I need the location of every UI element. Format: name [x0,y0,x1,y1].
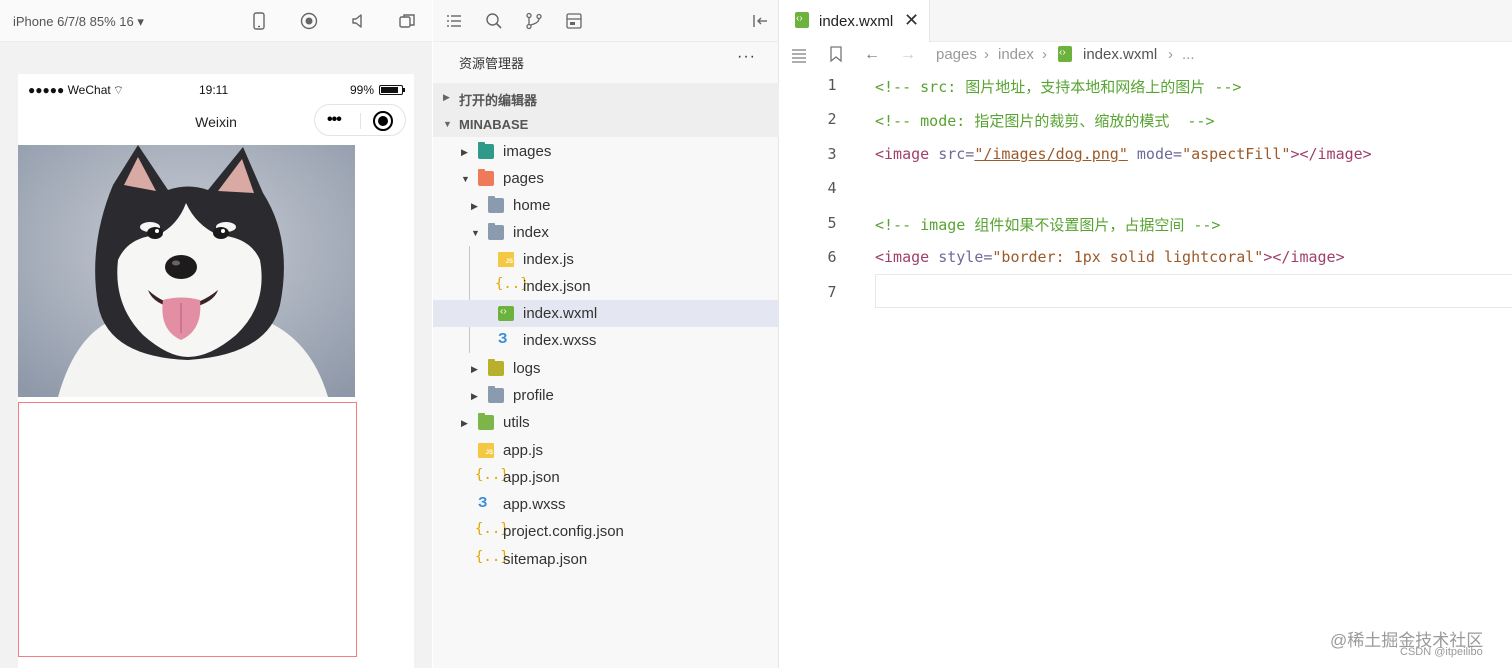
js-file-icon: JS [478,443,494,458]
close-target-icon[interactable] [373,111,393,131]
status-time: 19:11 [199,83,229,97]
dog-image [18,145,355,397]
wxml-file-icon [1058,46,1072,62]
code-editor: index.wxml ✕ ← → pages › index › index.w… [780,0,1512,668]
tree-item-home[interactable]: ▶ home [433,192,779,219]
outline-icon[interactable] [790,46,808,64]
editor-tabbar: index.wxml ✕ [780,0,1512,42]
tree-item-sitemap[interactable]: {..} sitemap.json [433,546,779,573]
tree-item-pages[interactable]: ▼ pages [433,165,779,192]
folder-open-icon [488,223,504,240]
simulator-toolbar: iPhone 6/7/8 85% 16 ▾ [0,0,432,42]
collapse-panel-icon[interactable] [751,12,769,30]
chevron-right-icon: › [1168,46,1173,63]
source-control-icon[interactable] [525,12,543,30]
phone-viewport: ●●●●● WeChat ⌔ 19:11 99% Weixin ••• [0,42,432,668]
carrier-label: ●●●●● WeChat ⌔ [28,83,124,97]
chevron-right-icon: › [1042,46,1047,63]
utils-folder-icon [478,413,494,430]
more-actions-icon[interactable]: ··· [737,48,756,66]
section-open-editors[interactable]: ▶ 打开的编辑器 [433,83,779,110]
list-icon[interactable] [445,12,463,30]
tree-item-index-json[interactable]: {..} index.json [433,273,779,300]
caret-right-icon: ▶ [443,92,450,102]
caret-right-icon: ▶ [461,418,468,428]
search-icon[interactable] [485,12,503,30]
code-line: 7 [827,283,837,301]
caret-right-icon: ▶ [471,364,478,374]
caret-right-icon: ▶ [471,391,478,401]
tree-item-index-wxml[interactable]: index.wxml [433,300,779,327]
json-file-icon: {..} [475,467,509,483]
menu-capsule: ••• [314,104,406,136]
battery-icon [379,85,406,95]
breadcrumb-pages[interactable]: pages [936,46,977,63]
json-file-icon: {..} [475,521,509,537]
caret-down-icon: ▼ [471,228,480,238]
file-explorer: 资源管理器 ··· ▶ 打开的编辑器 ▼ MINABASE ▶ images ▼… [433,0,779,668]
tree-item-profile[interactable]: ▶ profile [433,382,779,409]
back-arrow-icon[interactable]: ← [864,46,880,64]
caret-right-icon: ▶ [471,201,478,211]
bookmark-icon[interactable] [828,45,844,63]
section-project[interactable]: ▼ MINABASE [433,110,779,137]
caret-right-icon: ▶ [461,147,468,157]
tree-item-images[interactable]: ▶ images [433,138,779,165]
tree-item-app-wxss[interactable]: З app.wxss [433,491,779,518]
tree-item-index-wxss[interactable]: З index.wxss [433,327,779,354]
tree-item-app-json[interactable]: {..} app.json [433,464,779,491]
record-icon[interactable] [299,11,319,31]
code-line: 6 <image style="border: 1px solid lightc… [827,248,1345,266]
wxss-file-icon: З [498,330,508,347]
more-dots-icon[interactable]: ••• [327,111,342,129]
tree-item-utils[interactable]: ▶ utils [433,409,779,436]
breadcrumb-file[interactable]: index.wxml [1083,46,1157,63]
code-line: 4 [827,179,837,197]
pages-folder-icon [478,169,494,186]
chevron-right-icon: › [984,46,989,63]
code-line: 2 <!-- mode: 指定图片的裁剪、缩放的模式 --> [827,110,1215,130]
device-select[interactable]: iPhone 6/7/8 85% 16 ▾ [13,14,144,30]
images-folder-icon [478,142,494,159]
wifi-icon: ⌔ [112,83,124,97]
multi-window-icon[interactable] [397,11,417,31]
caret-down-icon: ▼ [443,119,452,129]
volume-icon[interactable] [349,11,369,31]
explorer-title: 资源管理器 [459,56,525,71]
battery-indicator: 99% [350,83,406,97]
code-line: 1 <!-- src: 图片地址，支持本地和网络上的图片 --> [827,76,1242,96]
forward-arrow-icon[interactable]: → [900,46,916,64]
json-file-icon: {..} [495,276,529,292]
debug-panel-icon[interactable] [565,12,583,30]
breadcrumb-index[interactable]: index [998,46,1034,63]
wxss-file-icon: З [478,494,488,511]
tree-item-index-folder[interactable]: ▼ index [433,219,779,246]
phone-icon[interactable] [249,11,269,31]
wxml-file-icon [795,12,809,28]
tree-item-logs[interactable]: ▶ logs [433,355,779,382]
wxml-file-icon [498,306,514,321]
logs-folder-icon [488,359,504,376]
breadcrumb-ellipsis[interactable]: ... [1182,46,1195,63]
breadcrumb: ← → pages › index › index.wxml › ... [780,42,1512,68]
tree-item-project-config[interactable]: {..} project.config.json [433,518,779,545]
code-line: 3 <image src="/images/dog.png" mode="asp… [827,145,1372,163]
empty-image-placeholder [18,402,357,657]
js-file-icon: JS [498,252,514,267]
tab-index-wxml[interactable]: index.wxml ✕ [780,0,930,42]
json-file-icon: {..} [475,549,509,565]
code-line: 5 <!-- image 组件如果不设置图片，占据空间 --> [827,214,1221,234]
folder-icon [488,196,504,213]
status-bar: ●●●●● WeChat ⌔ 19:11 99% [18,74,414,104]
explorer-toolbar [433,0,779,42]
phone-screen: ●●●●● WeChat ⌔ 19:11 99% Weixin ••• [18,74,414,668]
simulator-panel: iPhone 6/7/8 85% 16 ▾ ●●●●● WeChat ⌔ 19:1… [0,0,432,668]
tree-item-index-js[interactable]: JS index.js [433,246,779,273]
close-icon[interactable]: ✕ [904,10,919,31]
caret-down-icon: ▼ [461,174,470,184]
folder-icon [488,386,504,403]
tree-item-app-js[interactable]: JS app.js [433,437,779,464]
watermark-sub: CSDN @itpeilibo [1400,646,1483,658]
capsule-divider [360,113,361,129]
